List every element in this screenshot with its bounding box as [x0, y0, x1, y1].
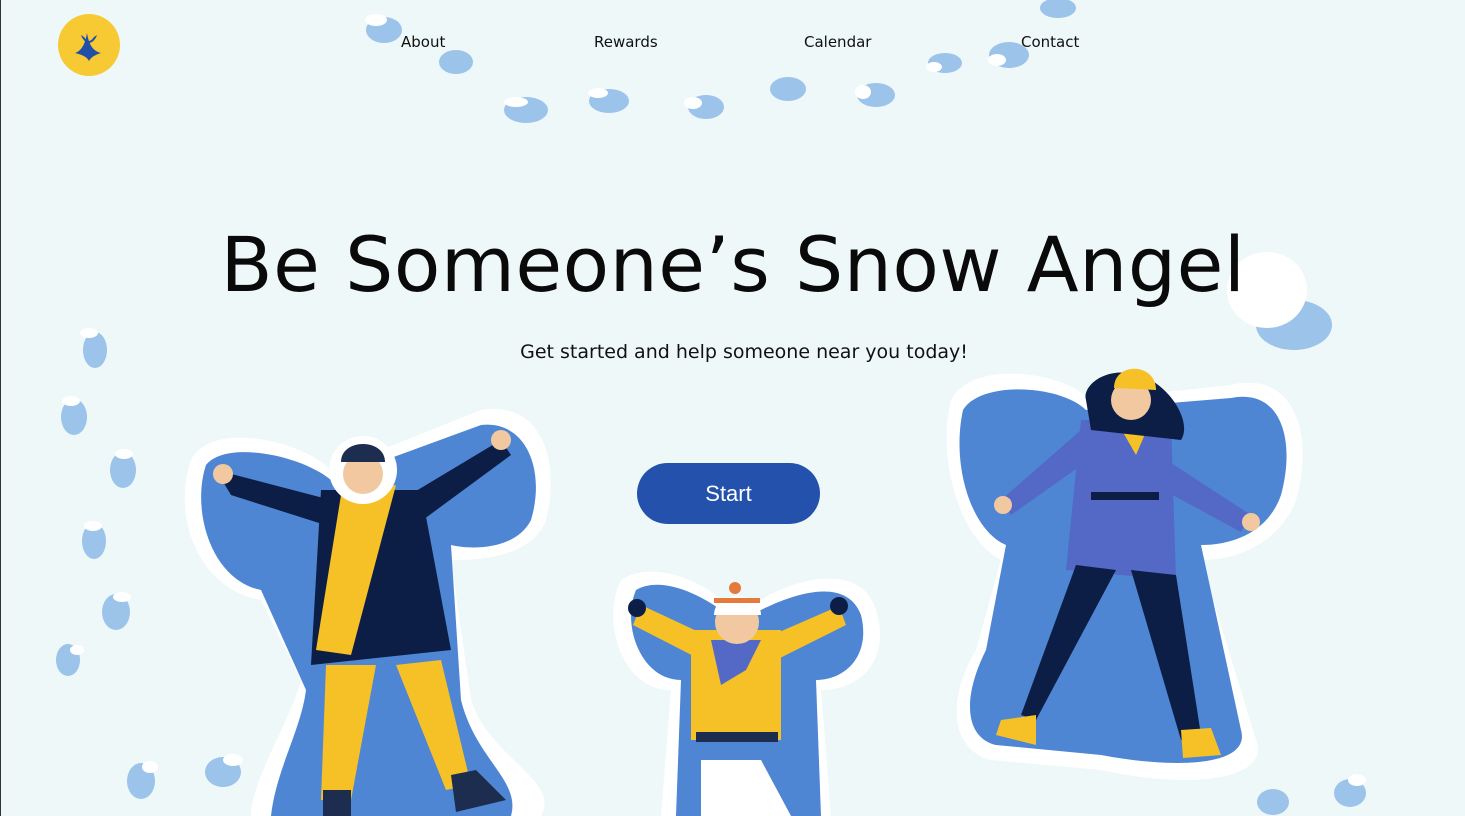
- hero-title: Be Someone’s Snow Angel: [220, 220, 1246, 309]
- footprints-decoration: [56, 0, 1366, 816]
- start-button[interactable]: Start: [637, 463, 820, 524]
- woman-snow-angel-figure: [946, 368, 1303, 780]
- man-snow-angel-figure: [184, 408, 551, 816]
- child-snow-angel-figure: [613, 571, 880, 816]
- landing-page: About Rewards Calendar Contact Be Someon…: [0, 0, 1465, 816]
- hero-subtitle: Get started and help someone near you to…: [520, 341, 968, 363]
